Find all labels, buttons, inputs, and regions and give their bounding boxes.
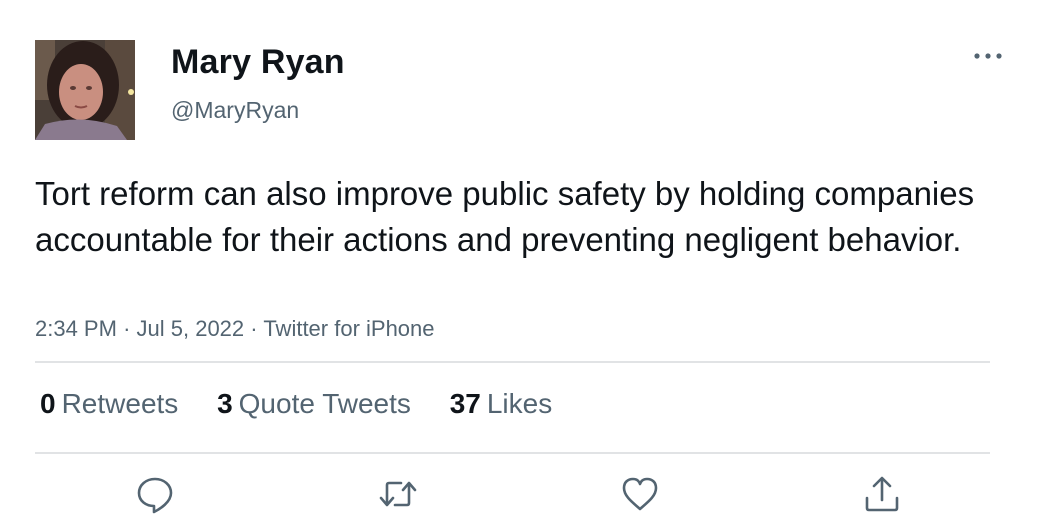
divider xyxy=(35,452,990,454)
share-icon xyxy=(865,476,899,512)
retweets-stat[interactable]: 0 Retweets xyxy=(35,386,178,422)
meta-separator: · xyxy=(123,316,131,341)
retweet-button[interactable] xyxy=(376,472,420,516)
like-button[interactable] xyxy=(618,472,662,516)
tweet-card: Mary Ryan @MaryRyan Tort reform can also… xyxy=(0,0,1050,525)
tweet-stats: 0 Retweets 3 Quote Tweets 37 Likes xyxy=(35,386,578,422)
tweet-text: Tort reform can also improve public safe… xyxy=(35,175,975,258)
quote-tweets-count: 3 xyxy=(217,388,233,419)
action-bar xyxy=(0,472,1050,517)
retweet-icon xyxy=(379,481,417,507)
tweet-metadata: 2:34 PM · Jul 5, 2022 · Twitter for iPho… xyxy=(35,313,435,345)
retweets-count: 0 xyxy=(40,388,56,419)
user-handle[interactable]: @MaryRyan xyxy=(171,95,299,125)
divider xyxy=(35,361,990,363)
meta-separator: · xyxy=(250,316,258,341)
tweet-time[interactable]: 2:34 PM xyxy=(35,316,117,341)
retweets-label: Retweets xyxy=(61,388,179,419)
share-button[interactable] xyxy=(860,472,904,516)
more-options-button[interactable] xyxy=(968,44,1008,68)
more-dots-icon xyxy=(974,53,1002,59)
quote-tweets-stat[interactable]: 3 Quote Tweets xyxy=(212,386,411,422)
tweet-source[interactable]: Twitter for iPhone xyxy=(263,316,434,341)
reply-icon xyxy=(137,477,173,514)
avatar-image xyxy=(35,40,135,140)
tweet-date[interactable]: Jul 5, 2022 xyxy=(137,316,245,341)
likes-count: 37 xyxy=(449,388,481,419)
avatar[interactable] xyxy=(35,40,135,140)
reply-button[interactable] xyxy=(133,472,177,516)
likes-label: Likes xyxy=(486,388,553,419)
quote-tweets-label: Quote Tweets xyxy=(238,388,411,419)
heart-icon xyxy=(622,477,658,511)
likes-stat[interactable]: 37 Likes xyxy=(445,386,553,422)
display-name[interactable]: Mary Ryan xyxy=(171,42,345,82)
